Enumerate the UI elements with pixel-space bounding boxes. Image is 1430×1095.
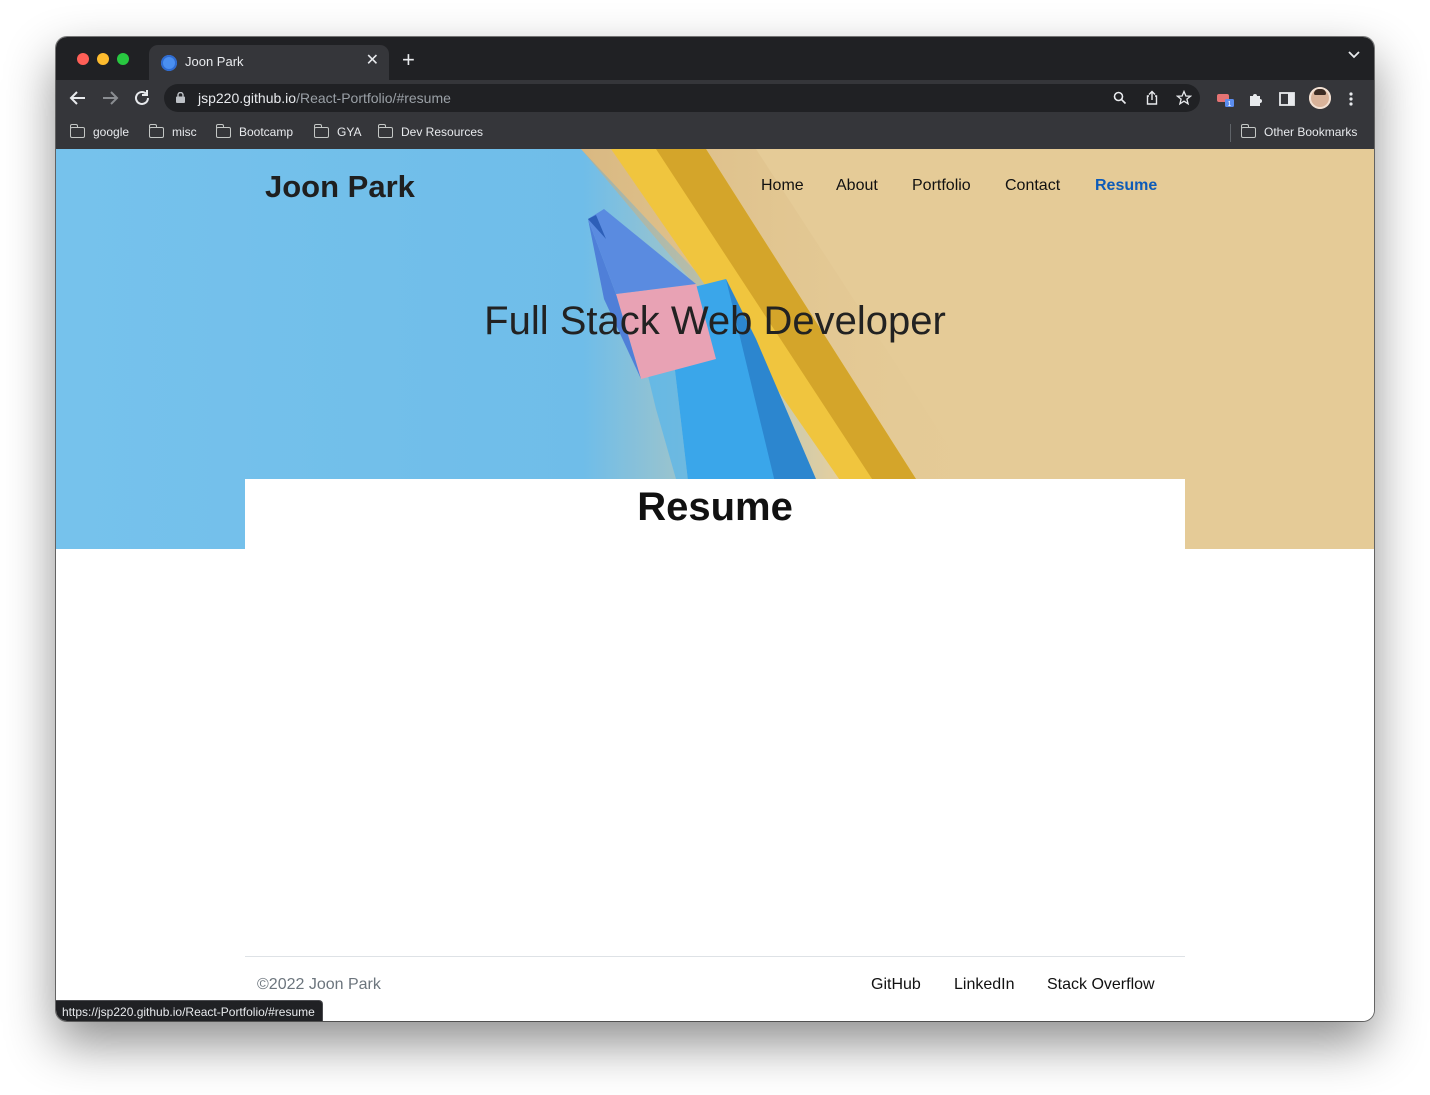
lock-icon[interactable] <box>176 92 185 103</box>
side-panel-icon[interactable] <box>1278 90 1296 108</box>
browser-toolbar: jsp220.github.io/React-Portfolio/#resume… <box>56 80 1374 116</box>
tab-close-icon[interactable]: ✕ <box>366 52 379 70</box>
zoom-search-icon[interactable] <box>1112 90 1128 106</box>
footer-link-github[interactable]: GitHub <box>871 976 921 994</box>
new-tab-button[interactable]: + <box>402 49 415 71</box>
bookmark-folder-google[interactable]: google <box>69 122 129 142</box>
folder-icon <box>69 123 85 138</box>
share-icon[interactable] <box>1144 90 1160 106</box>
footer-link-stack-overflow[interactable]: Stack Overflow <box>1047 976 1155 994</box>
extension-badge-icon[interactable]: 1 <box>1216 89 1234 108</box>
svg-text:1: 1 <box>1228 101 1232 108</box>
nav-home[interactable]: Home <box>761 177 804 195</box>
window-maximize-button[interactable] <box>117 53 129 65</box>
forward-arrow-icon[interactable] <box>98 86 122 110</box>
nav-portfolio[interactable]: Portfolio <box>912 177 971 195</box>
resume-section: Resume <box>245 479 1185 559</box>
folder-icon <box>377 123 393 138</box>
footer-divider <box>245 956 1185 957</box>
puzzle-extensions-icon[interactable] <box>1247 90 1265 108</box>
bookmark-folder-dev-resources[interactable]: Dev Resources <box>377 122 483 142</box>
bookmark-star-icon[interactable] <box>1176 90 1192 106</box>
section-heading: Resume <box>637 485 793 529</box>
tab-search-icon[interactable] <box>1348 51 1360 59</box>
url-text[interactable]: jsp220.github.io/React-Portfolio/#resume <box>198 90 451 106</box>
nav-contact[interactable]: Contact <box>1005 177 1060 195</box>
web-page: Joon Park Home About Portfolio Contact R… <box>56 149 1374 1021</box>
more-menu-icon[interactable] <box>1342 90 1360 108</box>
window-minimize-button[interactable] <box>97 53 109 65</box>
back-arrow-icon[interactable] <box>66 86 90 110</box>
tab-title: Joon Park <box>185 54 244 69</box>
hero-title: Full Stack Web Developer <box>484 299 946 343</box>
link-status-bubble: https://jsp220.github.io/React-Portfolio… <box>56 1000 323 1021</box>
nav-resume[interactable]: Resume <box>1095 177 1157 195</box>
bookmarks-bar: google misc Bootcamp GYA Dev Resources O… <box>56 116 1374 150</box>
globe-icon <box>161 55 177 71</box>
profile-avatar[interactable] <box>1309 87 1331 109</box>
address-bar[interactable]: jsp220.github.io/React-Portfolio/#resume <box>164 84 1200 112</box>
nav-about[interactable]: About <box>836 177 878 195</box>
folder-icon <box>313 123 329 138</box>
reload-icon[interactable] <box>130 86 154 110</box>
folder-icon <box>215 123 231 138</box>
folder-icon <box>148 123 164 138</box>
browser-tab[interactable]: Joon Park ✕ <box>149 45 389 80</box>
bookmark-folder-misc[interactable]: misc <box>148 122 197 142</box>
browser-window: Joon Park ✕ + jsp220.github.io/React-Por… <box>56 37 1374 1021</box>
footer-link-linkedin[interactable]: LinkedIn <box>954 976 1015 994</box>
bookmarks-divider <box>1230 124 1231 142</box>
bookmark-folder-bootcamp[interactable]: Bootcamp <box>215 122 293 142</box>
window-close-button[interactable] <box>77 53 89 65</box>
bookmark-folder-gya[interactable]: GYA <box>313 122 361 142</box>
site-brand[interactable]: Joon Park <box>265 169 415 205</box>
footer-copyright: ©2022 Joon Park <box>257 976 381 993</box>
folder-icon <box>1240 123 1256 138</box>
tab-strip: Joon Park ✕ + <box>56 37 1374 80</box>
bookmark-folder-other[interactable]: Other Bookmarks <box>1240 122 1357 142</box>
